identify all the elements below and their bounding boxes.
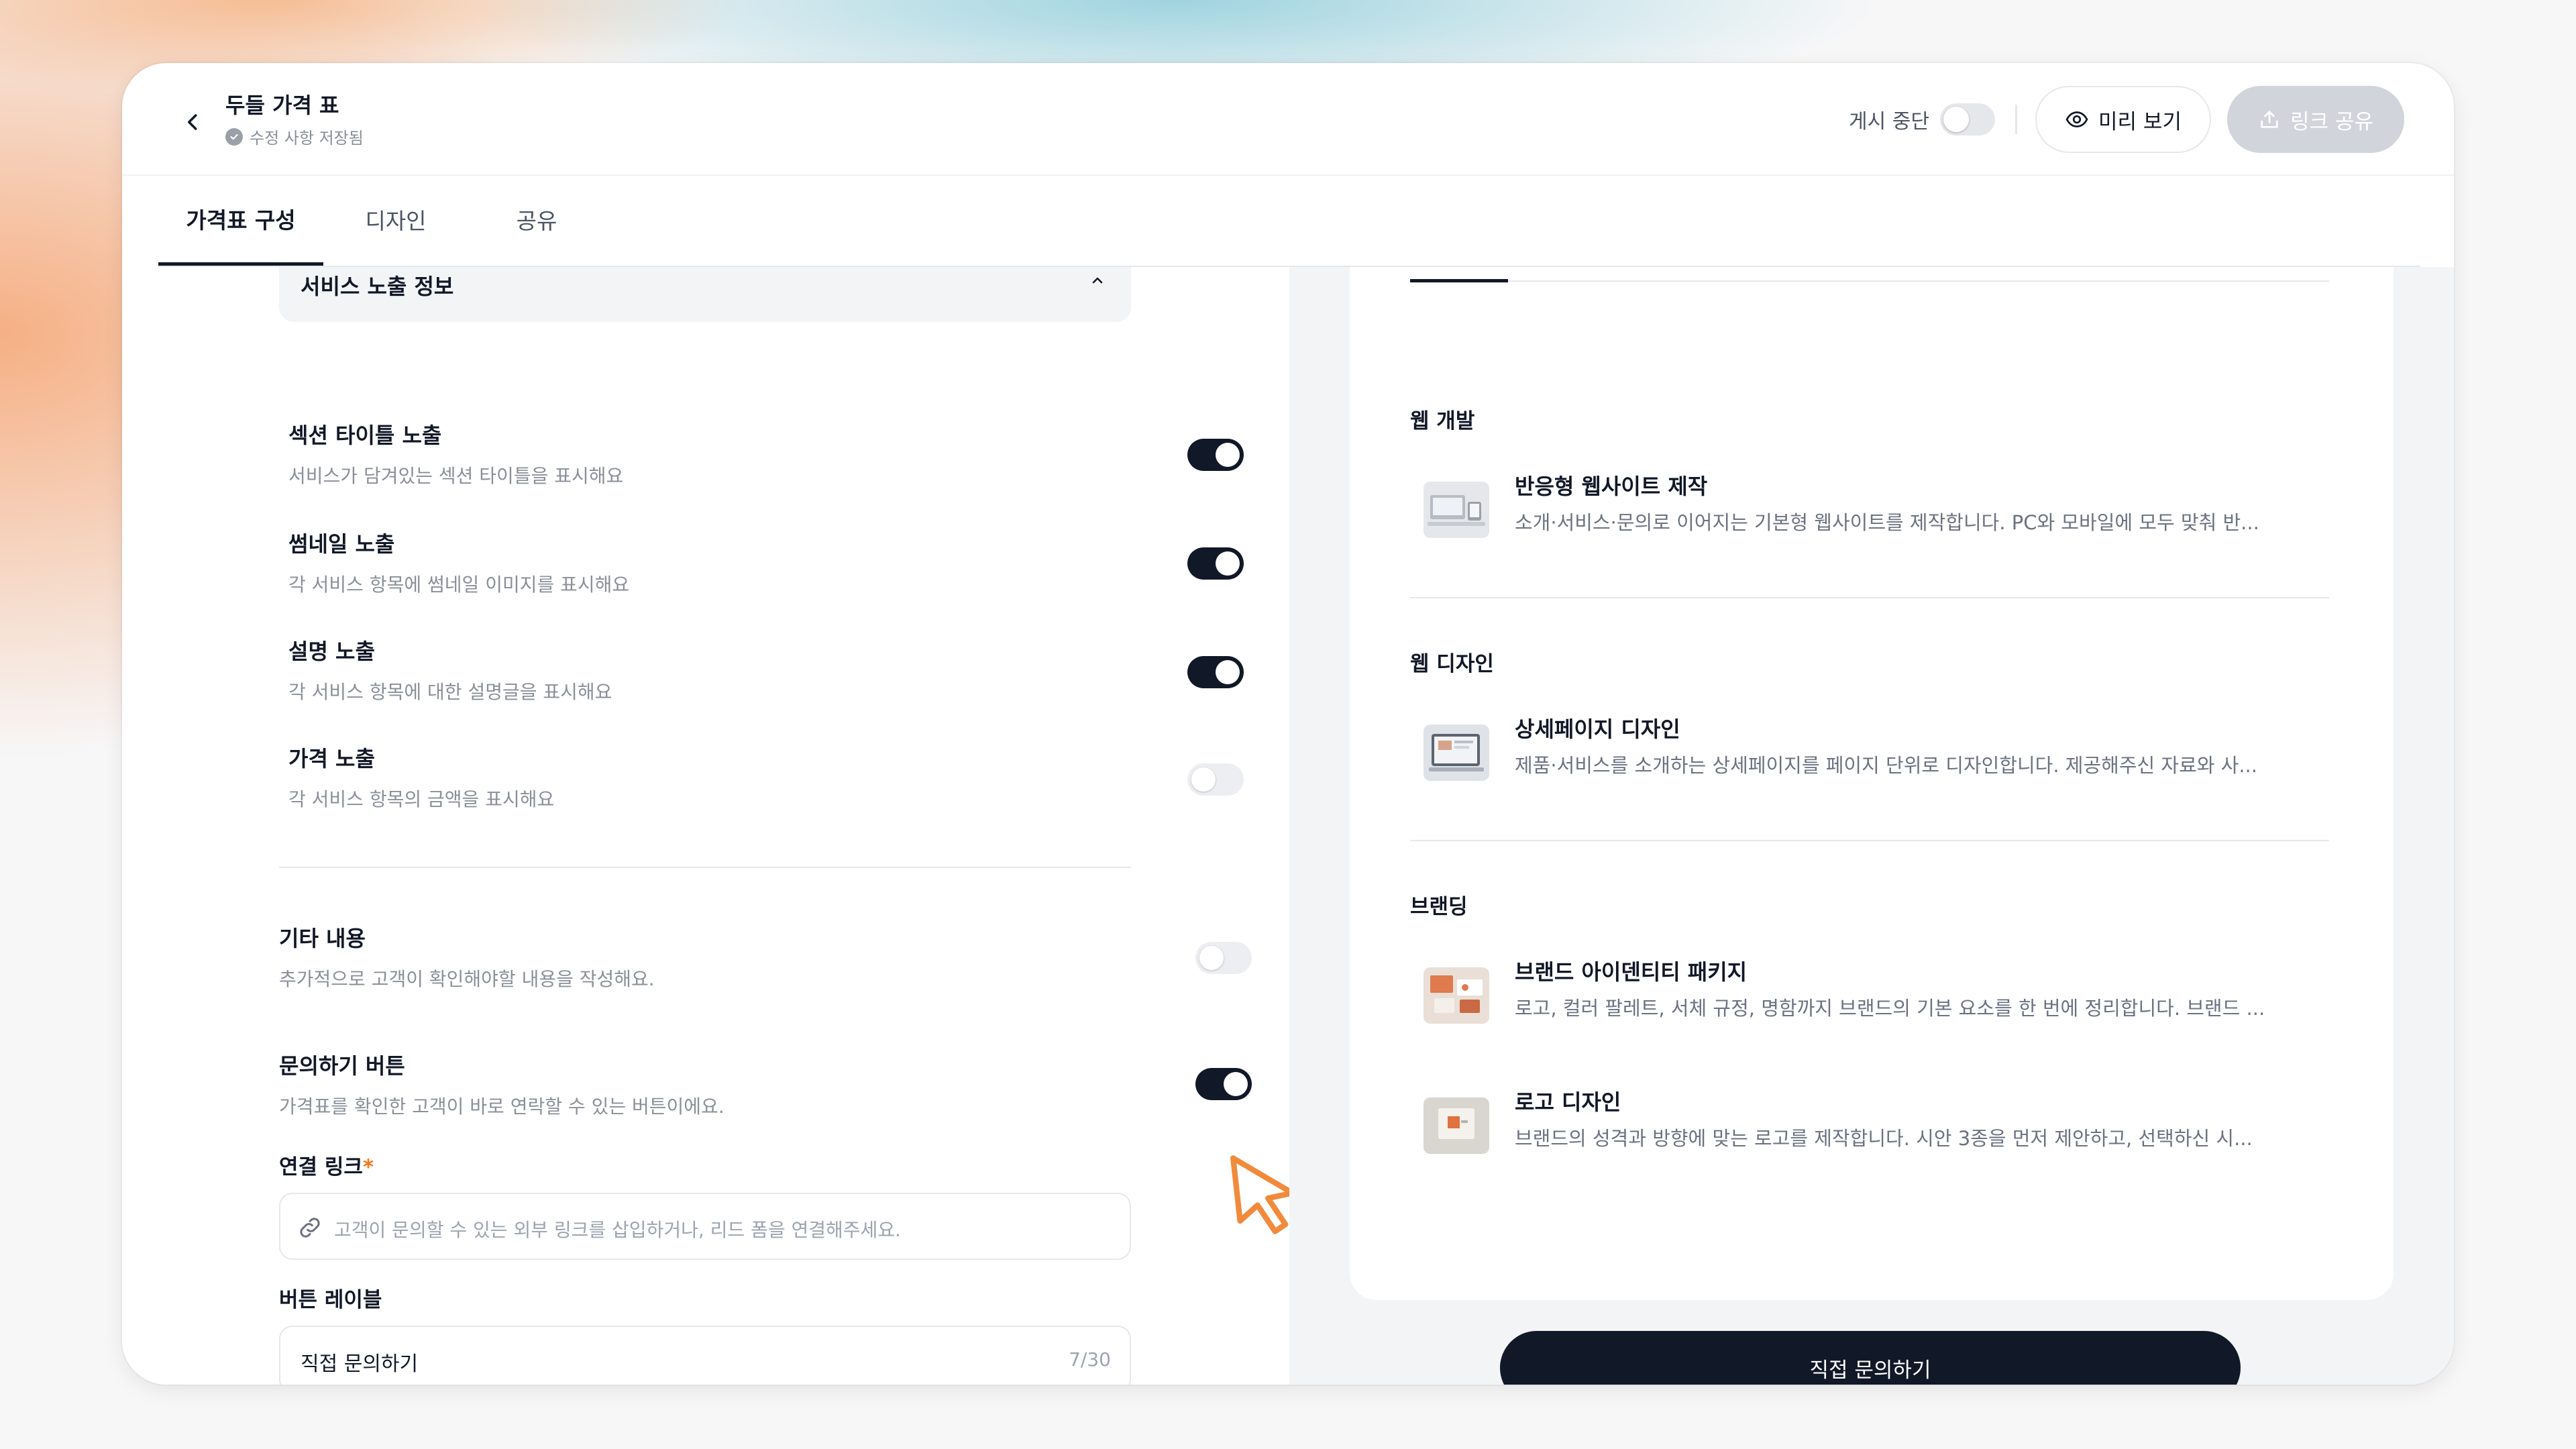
option-desc: 가격표를 확인한 고객이 바로 연락할 수 있는 버튼이에요. xyxy=(279,1095,724,1118)
option-desc: 각 서비스 항목의 금액을 표시해요 xyxy=(288,788,555,810)
option-desc: 서비스가 담겨있는 섹션 타이틀을 표시해요 xyxy=(288,465,624,487)
toggle-knob xyxy=(1216,660,1240,684)
toggle-knob xyxy=(1191,767,1216,792)
tab-share[interactable]: 공유 xyxy=(470,174,604,264)
service-desc: 소개·서비스·문의로 이어지는 기본형 웹사이트를 제작합니다. PC와 모바일… xyxy=(1515,511,2259,534)
option-section-title: 섹션 타이틀 노출 서비스가 담겨있는 섹션 타이틀을 표시해요 xyxy=(288,419,623,488)
check-circle-icon xyxy=(225,127,243,146)
section-header-service-info[interactable]: 서비스 노출 정보 xyxy=(279,267,1131,322)
link-input-placeholder: 고객이 문의할 수 있는 외부 링크를 삽입하거나, 리드 폼을 연결해주세요. xyxy=(334,1219,901,1241)
option-title: 섹션 타이틀 노출 xyxy=(288,423,442,448)
option-description: 설명 노출 각 서비스 항목에 대한 설명글을 표시해요 xyxy=(288,635,612,704)
service-desc: 로고, 컬러 팔레트, 서체 규정, 명함까지 브랜드의 기본 요소를 한 번에… xyxy=(1515,997,2265,1020)
preview-tab-underline xyxy=(1410,280,2329,282)
option-extra-content: 기타 내용 추가적으로 고객이 확인해야할 내용을 작성해요. xyxy=(279,922,655,991)
back-button[interactable] xyxy=(173,102,213,142)
toggle-knob xyxy=(1199,946,1224,970)
option-title: 썸네일 노출 xyxy=(288,531,395,557)
option-price: 가격 노출 각 서비스 항목의 금액을 표시해요 xyxy=(288,742,554,812)
mouse-cursor-icon xyxy=(1230,1155,1289,1234)
share-link-button[interactable]: 링크 공유 xyxy=(2227,86,2404,153)
preview-button[interactable]: 미리 보기 xyxy=(2035,86,2211,153)
toggle-knob xyxy=(1216,443,1240,467)
pause-label: 게시 중단 xyxy=(1849,110,1929,133)
category-title: 웹 개발 xyxy=(1410,409,1475,433)
pause-toggle[interactable] xyxy=(1940,103,1995,136)
service-item[interactable]: 로고 디자인 브랜드의 성격과 방향에 맞는 로고를 제작합니다. 시안 3종을… xyxy=(1424,1085,2316,1166)
service-item[interactable]: 반응형 웹사이트 제작 소개·서비스·문의로 이어지는 기본형 웹사이트를 제작… xyxy=(1424,470,2316,550)
service-name: 상세페이지 디자인 xyxy=(1515,716,1680,742)
toggle-knob xyxy=(1943,107,1969,132)
service-item[interactable]: 상세페이지 디자인 제품·서비스를 소개하는 상세페이지를 페이지 단위로 디자… xyxy=(1424,712,2316,793)
upload-icon xyxy=(2261,111,2278,128)
direct-inquiry-cta-button[interactable]: 직접 문의하기 xyxy=(1500,1331,2241,1385)
button-label-value: 직접 문의하기 xyxy=(301,1352,419,1376)
option-thumbnail: 썸네일 노출 각 서비스 항목에 썸네일 이미지를 표시해요 xyxy=(288,527,629,597)
tab-pricing-config[interactable]: 가격표 구성 xyxy=(158,174,323,266)
category-title: 브랜딩 xyxy=(1410,895,1468,919)
service-desc: 제품·서비스를 소개하는 상세페이지를 페이지 단위로 디자인합니다. 제공해주… xyxy=(1515,754,2257,777)
page-title: 두들 가격 표 xyxy=(225,93,339,118)
preview-button-label: 미리 보기 xyxy=(2098,109,2182,134)
service-name: 반응형 웹사이트 제작 xyxy=(1515,474,1708,499)
preview-panel: 웹 개발 반응형 웹사이트 제작 소개·서비스·문의로 이어지는 기본형 웹사이… xyxy=(1289,267,2454,1385)
toggle-description[interactable] xyxy=(1187,656,1244,688)
category-title: 웹 디자인 xyxy=(1410,652,1494,676)
link-field-label-text: 연결 링크 xyxy=(279,1155,363,1179)
preview-active-tab-indicator xyxy=(1410,279,1508,282)
preview-card: 웹 개발 반응형 웹사이트 제작 소개·서비스·문의로 이어지는 기본형 웹사이… xyxy=(1350,267,2394,1300)
service-thumbnail xyxy=(1424,724,1489,781)
toggle-price[interactable] xyxy=(1187,763,1244,796)
service-item[interactable]: 브랜드 아이덴티티 패키지 로고, 컬러 팔레트, 서체 규정, 명함까지 브랜… xyxy=(1424,955,2316,1036)
toggle-section-title[interactable] xyxy=(1187,439,1244,471)
char-counter: 7/30 xyxy=(1069,1348,1111,1371)
button-label-field-label: 버튼 레이블 xyxy=(279,1288,382,1312)
divider xyxy=(279,867,1131,868)
option-desc: 각 서비스 항목에 썸네일 이미지를 표시해요 xyxy=(288,574,630,596)
tab-bar: 가격표 구성 디자인 공유 xyxy=(158,174,2420,267)
button-label-input[interactable]: 직접 문의하기 7/30 xyxy=(279,1326,1131,1385)
header-divider xyxy=(2015,105,2017,134)
option-title: 기타 내용 xyxy=(279,926,366,951)
toggle-extra-content[interactable] xyxy=(1195,942,1252,974)
header-bar: 두들 가격 표 수정 사항 저장됨 게시 중단 미리 보기 링크 공유 xyxy=(122,63,2454,176)
service-desc: 브랜드의 성격과 방향에 맞는 로고를 제작합니다. 시안 3종을 먼저 제안하… xyxy=(1515,1127,2253,1150)
option-title: 설명 노출 xyxy=(288,639,375,664)
service-name: 브랜드 아이덴티티 패키지 xyxy=(1515,959,1748,985)
option-title: 가격 노출 xyxy=(288,746,375,771)
option-title: 문의하기 버튼 xyxy=(279,1053,405,1079)
tab-design[interactable]: 디자인 xyxy=(327,174,464,264)
chevron-up-icon[interactable] xyxy=(1084,267,1111,294)
toggle-inquiry-button[interactable] xyxy=(1195,1068,1252,1100)
category-divider xyxy=(1410,840,2329,841)
section-title: 서비스 노출 정보 xyxy=(301,274,454,299)
share-button-label: 링크 공유 xyxy=(2290,109,2373,134)
required-mark: * xyxy=(362,1155,374,1179)
service-thumbnail xyxy=(1424,1097,1489,1154)
settings-panel: 서비스 노출 정보 섹션 타이틀 노출 서비스가 담겨있는 섹션 타이틀을 표시… xyxy=(122,267,1289,1385)
service-thumbnail xyxy=(1424,482,1489,538)
link-input[interactable]: 고객이 문의할 수 있는 외부 링크를 삽입하거나, 리드 폼을 연결해주세요. xyxy=(279,1193,1131,1260)
eye-icon xyxy=(2065,111,2088,127)
link-field-label: 연결 링크* xyxy=(279,1150,374,1180)
option-inquiry-button: 문의하기 버튼 가격표를 확인한 고객이 바로 연락할 수 있는 버튼이에요. xyxy=(279,1049,724,1119)
service-name: 로고 디자인 xyxy=(1515,1089,1621,1115)
save-status-text: 수정 사항 저장됨 xyxy=(250,129,364,148)
option-desc: 추가적으로 고객이 확인해야할 내용을 작성해요. xyxy=(279,968,655,990)
chevron-left-icon xyxy=(188,114,197,130)
save-status: 수정 사항 저장됨 xyxy=(225,125,364,148)
toggle-knob xyxy=(1224,1072,1248,1096)
service-thumbnail xyxy=(1424,967,1489,1024)
category-divider xyxy=(1410,597,2329,598)
toggle-knob xyxy=(1216,551,1240,576)
editor-window: 두들 가격 표 수정 사항 저장됨 게시 중단 미리 보기 링크 공유 가격표 … xyxy=(122,63,2454,1385)
toggle-thumbnail[interactable] xyxy=(1187,547,1244,580)
option-desc: 각 서비스 항목에 대한 설명글을 표시해요 xyxy=(288,681,612,703)
link-icon xyxy=(300,1218,320,1238)
